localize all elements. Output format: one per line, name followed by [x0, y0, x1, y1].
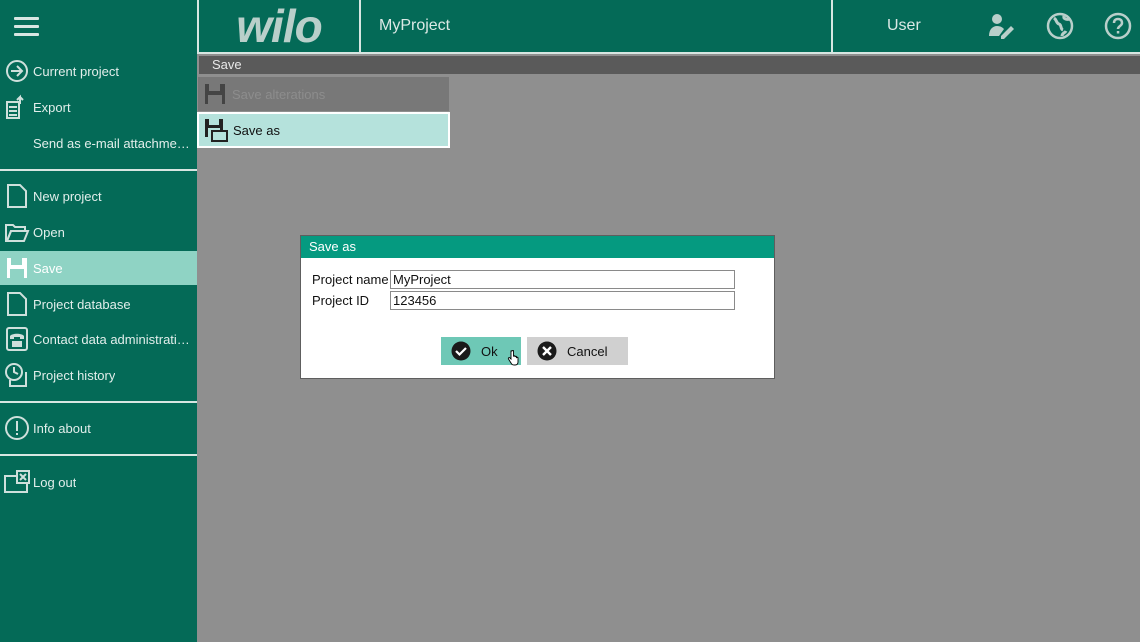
project-name-label: Project name: [312, 272, 389, 287]
app-header: wilo MyProject User: [197, 0, 1140, 54]
sidebar-item-save[interactable]: Save: [0, 251, 197, 285]
save-as-item[interactable]: Save as: [197, 112, 450, 148]
sidebar-item-open[interactable]: Open: [0, 215, 197, 249]
sidebar-item-label: Send as e-mail attachment…: [33, 135, 191, 151]
sidebar-item-label: Open: [33, 224, 65, 240]
close-icon: [527, 341, 567, 361]
save-as-icon: [199, 118, 233, 142]
logo: wilo: [199, 0, 361, 52]
sidebar-item-label: Export: [33, 99, 71, 115]
sidebar-item-label: Info about: [33, 420, 91, 436]
history-icon: [0, 358, 33, 392]
sidebar-item-send-email[interactable]: Send as e-mail attachment…: [0, 126, 197, 160]
save-alterations-item: Save alterations: [197, 76, 450, 112]
sidebar-item-label: Current project: [33, 63, 119, 79]
cancel-button-label: Cancel: [567, 343, 608, 359]
sidebar-divider: [0, 169, 197, 171]
save-as-dialog: Save as Project name Project ID Ok Cance…: [300, 235, 775, 379]
edit-user-icon[interactable]: [987, 12, 1015, 40]
ok-button-label: Ok: [481, 343, 498, 359]
project-id-row: Project ID: [312, 291, 735, 310]
sidebar-item-info-about[interactable]: Info about: [0, 411, 197, 445]
sidebar-item-label: Project history: [33, 367, 116, 383]
submenu-item-label: Save as: [233, 122, 280, 138]
cancel-button[interactable]: Cancel: [527, 337, 628, 365]
logo-text: wilo: [236, 0, 322, 52]
logout-icon: [0, 465, 33, 499]
user-label[interactable]: User: [887, 17, 921, 35]
hand-cursor-icon: [507, 349, 519, 371]
sidebar-item-label: New project: [33, 188, 102, 204]
folder-open-icon: [0, 215, 33, 249]
phone-icon: [0, 322, 33, 356]
sidebar-divider: [0, 401, 197, 403]
help-icon[interactable]: [1104, 12, 1132, 40]
sidebar-item-project-database[interactable]: Project database: [0, 287, 197, 321]
submenu-item-label: Save alterations: [232, 86, 326, 102]
project-name-row: Project name: [312, 270, 735, 289]
project-name-input[interactable]: [390, 270, 735, 289]
export-icon: [0, 90, 33, 124]
dialog-title: Save as: [301, 236, 774, 258]
submenu-bar: Save: [199, 56, 1140, 74]
sidebar: Current project Export Send as e-mail at…: [0, 0, 197, 642]
save-icon: [0, 251, 33, 285]
sidebar-item-label: Log out: [33, 474, 77, 490]
sidebar-item-label: Project database: [33, 296, 131, 312]
sidebar-item-new-project[interactable]: New project: [0, 179, 197, 213]
sidebar-divider: [0, 454, 197, 456]
arrow-circle-icon: [0, 54, 33, 88]
submenu-title: Save: [212, 57, 242, 72]
project-title: MyProject: [379, 17, 451, 34]
info-icon: [0, 411, 33, 445]
save-submenu: Save alterations Save as: [197, 76, 450, 148]
sidebar-item-label: Contact data administration: [33, 331, 191, 347]
new-document-icon: [0, 179, 33, 213]
save-icon: [198, 83, 232, 105]
sidebar-item-current-project[interactable]: Current project: [0, 54, 197, 88]
database-icon: [0, 287, 33, 321]
globe-icon[interactable]: [1046, 12, 1074, 40]
hamburger-menu-icon[interactable]: [14, 17, 39, 37]
project-id-input[interactable]: [390, 291, 735, 310]
sidebar-item-log-out[interactable]: Log out: [0, 465, 197, 499]
user-area: User: [831, 0, 1140, 52]
sidebar-item-label: Save: [33, 260, 63, 276]
sidebar-item-export[interactable]: Export: [0, 90, 197, 124]
sidebar-item-contact-data[interactable]: Contact data administration: [0, 322, 197, 356]
project-id-label: Project ID: [312, 293, 370, 308]
checkmark-icon: [441, 341, 481, 361]
sidebar-item-project-history[interactable]: Project history: [0, 358, 197, 392]
